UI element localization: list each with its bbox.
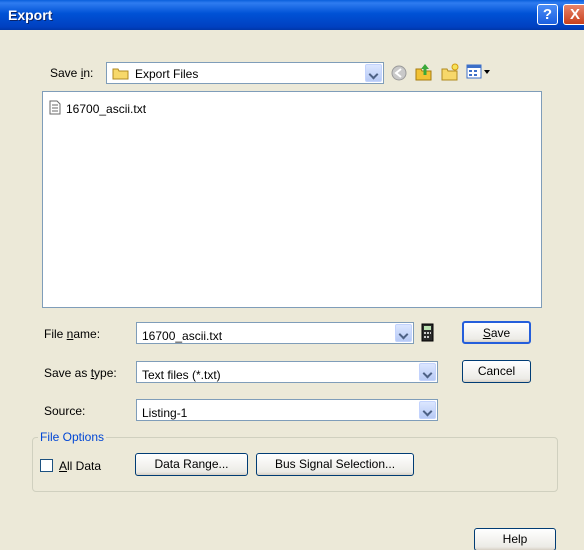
- calculator-icon[interactable]: [420, 323, 436, 343]
- save-in-label: Save in:: [50, 66, 94, 80]
- file-name-input[interactable]: 16700_ascii.txt: [136, 322, 414, 344]
- help-title-button[interactable]: ?: [537, 4, 558, 25]
- file-name-value: 16700_ascii.txt: [142, 329, 223, 343]
- question-icon: ?: [542, 6, 553, 23]
- chevron-down-icon[interactable]: [365, 64, 382, 82]
- file-list[interactable]: 16700_ascii.txt: [42, 91, 542, 308]
- view-menu-icon[interactable]: [466, 64, 492, 80]
- source-value: Listing-1: [142, 406, 188, 420]
- chevron-down-icon[interactable]: [419, 363, 436, 381]
- save-as-type-dropdown[interactable]: Text files (*.txt): [136, 361, 438, 383]
- save-as-type-value: Text files (*.txt): [142, 368, 221, 382]
- back-icon[interactable]: [390, 64, 408, 82]
- folder-icon: [112, 68, 129, 80]
- title-bar: Export ? X: [0, 0, 584, 30]
- bus-signal-selection-button[interactable]: Bus Signal Selection...: [256, 453, 414, 476]
- chevron-down-icon[interactable]: [419, 401, 436, 419]
- export-dialog: Export ? X Save in: Export Files 16700_a…: [0, 0, 584, 550]
- save-as-type-label: Save as type:: [44, 366, 117, 380]
- file-name: 16700_ascii.txt: [66, 102, 147, 116]
- data-range-button[interactable]: Data Range...: [135, 453, 248, 476]
- up-folder-icon[interactable]: [414, 63, 434, 81]
- help-button[interactable]: Help: [474, 528, 556, 550]
- save-in-value: Export Files: [135, 67, 199, 81]
- all-data-label[interactable]: All Data: [59, 459, 101, 473]
- source-dropdown[interactable]: Listing-1: [136, 399, 438, 421]
- save-in-dropdown[interactable]: Export Files: [106, 62, 384, 84]
- chevron-down-icon[interactable]: [395, 324, 412, 342]
- new-folder-icon[interactable]: [440, 63, 460, 81]
- save-button[interactable]: Save: [462, 321, 531, 344]
- close-icon: X: [569, 6, 580, 23]
- file-options-legend: File Options: [38, 430, 107, 444]
- text-file-icon: [49, 100, 61, 115]
- all-data-checkbox[interactable]: [40, 459, 53, 472]
- file-name-label: File name:: [44, 327, 101, 341]
- close-title-button[interactable]: X: [563, 4, 584, 25]
- dialog-title: Export: [8, 7, 53, 23]
- source-label: Source:: [44, 404, 86, 418]
- cancel-button[interactable]: Cancel: [462, 360, 531, 383]
